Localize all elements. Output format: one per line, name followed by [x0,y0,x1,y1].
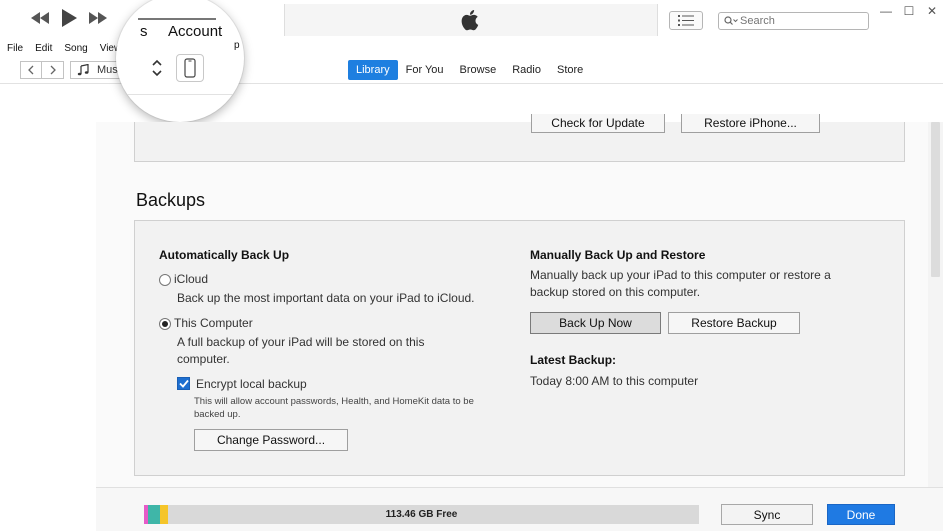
icloud-radio[interactable] [159,274,171,286]
device-button[interactable] [176,54,204,82]
magnified-menu-partial: s [140,23,148,40]
lcd-display [284,4,658,36]
play-button[interactable] [60,8,78,28]
latest-backup-value: Today 8:00 AM to this computer [530,374,699,388]
menu-edit[interactable]: Edit [35,43,52,54]
fast-forward-icon [89,12,107,24]
tab-for-you[interactable]: For You [398,60,452,80]
encrypt-checkbox[interactable] [177,377,190,390]
backups-panel: Automatically Back Up iCloud Back up the… [134,220,905,476]
history-buttons [20,61,64,79]
rewind-button[interactable] [30,11,50,25]
magnifier-callout: s Account p [116,0,244,122]
chevron-left-icon [28,65,34,75]
chevron-right-icon [50,65,56,75]
this-computer-description-2: computer. [177,352,230,366]
manual-description-2: backup stored on this computer. [530,285,701,299]
menu-song[interactable]: Song [64,43,87,54]
device-summary-content: Check for Update Restore iPhone... Backu… [96,114,943,487]
sync-button[interactable]: Sync [721,504,813,525]
icloud-label[interactable]: iCloud [174,271,208,288]
tab-browse[interactable]: Browse [452,60,505,80]
chevron-up-down-icon [152,59,162,77]
scrollbar-thumb[interactable] [931,122,940,277]
apple-logo-icon [461,10,479,31]
media-kind-arrows[interactable] [148,54,166,82]
search-field[interactable] [718,12,869,30]
backups-title: Backups [136,190,206,210]
check-for-update-button[interactable]: Check for Update [531,114,665,133]
maximize-icon[interactable]: ☐ [903,4,915,18]
magnified-volume-slider [138,18,216,20]
this-computer-label[interactable]: This Computer [174,315,253,332]
storage-free-label: 113.46 GB Free [385,509,458,520]
music-note-icon [77,64,89,76]
bottom-bar: 113.46 GB Free Sync Done [96,487,943,531]
tab-radio[interactable]: Radio [504,60,549,80]
play-icon [62,9,77,27]
close-icon[interactable]: ✕ [926,4,938,18]
change-password-button[interactable]: Change Password... [194,429,348,451]
content-scrollbar[interactable] [928,122,943,487]
manual-backup-heading: Manually Back Up and Restore [530,248,706,262]
ipad-device-icon [184,58,196,78]
manual-description-1: Manually back up your iPad to this compu… [530,268,831,282]
checkmark-icon [178,379,189,388]
up-next-button[interactable] [669,11,703,30]
list-icon [678,15,694,26]
back-up-now-button[interactable]: Back Up Now [530,312,661,334]
storage-capacity-bar: 113.46 GB Free [144,505,699,524]
forward-button[interactable] [42,61,64,79]
menu-account[interactable]: Account [168,23,222,40]
tab-store[interactable]: Store [549,60,591,80]
magnified-divider [116,94,244,95]
search-icon [724,16,738,25]
magnified-menu-edge: p [234,40,240,51]
this-computer-description-1: A full backup of your iPad will be store… [177,335,425,349]
restore-iphone-button[interactable]: Restore iPhone... [681,114,820,133]
icloud-description: Back up the most important data on your … [177,291,475,305]
library-tabs: Library For You Browse Radio Store [348,60,591,80]
menu-file[interactable]: File [7,43,23,54]
minimize-icon[interactable]: — [880,4,892,18]
window-controls: — ☐ ✕ [880,4,938,18]
done-button[interactable]: Done [827,504,895,525]
search-input[interactable] [740,15,860,27]
fast-forward-button[interactable] [88,11,108,25]
tab-library[interactable]: Library [348,60,398,80]
auto-backup-heading: Automatically Back Up [159,248,290,262]
back-button[interactable] [20,61,42,79]
encrypt-label[interactable]: Encrypt local backup [196,376,307,393]
this-computer-radio[interactable] [159,318,171,330]
itunes-window: — ☐ ✕ File Edit Song View Co [0,0,943,531]
restore-backup-button[interactable]: Restore Backup [668,312,800,334]
software-panel: Check for Update Restore iPhone... [134,114,905,162]
encrypt-description-1: This will allow account passwords, Healt… [194,396,474,407]
latest-backup-heading: Latest Backup: [530,353,617,367]
encrypt-description-2: backed up. [194,409,241,420]
transport-controls [30,8,108,28]
rewind-icon [31,12,49,24]
